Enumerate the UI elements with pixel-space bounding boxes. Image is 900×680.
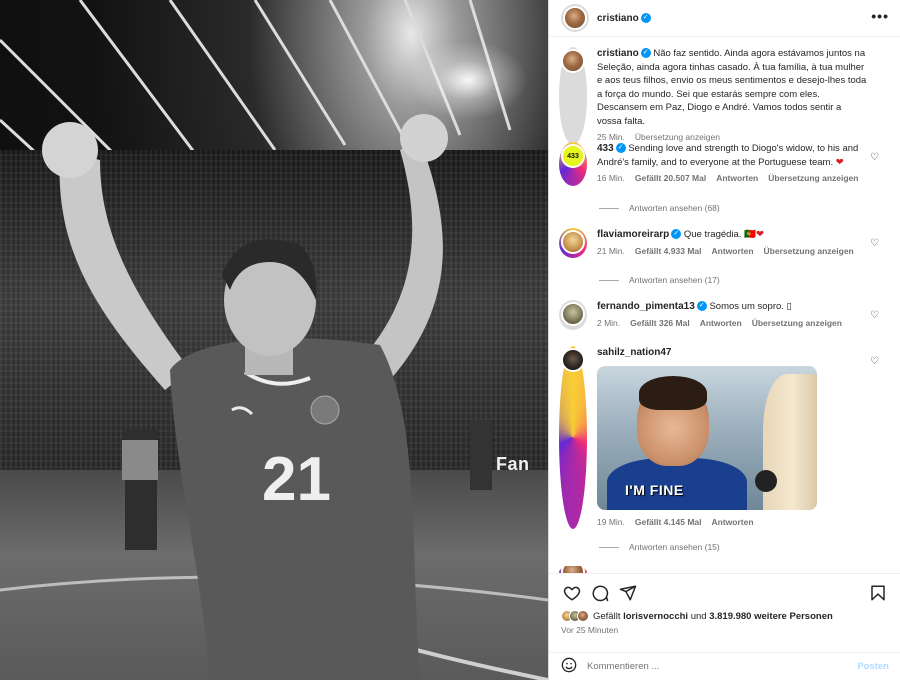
comment-likes[interactable]: Gefällt 326 Mal	[630, 317, 690, 331]
comment-username[interactable]: sahilz_nation47	[597, 347, 671, 358]
red-heart-emoji: ❤	[835, 156, 844, 168]
avatar[interactable]	[563, 6, 587, 30]
post-actions: Gefällt lorisvernocchi und 3.819.980 wei…	[549, 573, 900, 635]
likes-count[interactable]: 3.819.980 weitere Personen	[709, 611, 833, 622]
avatar[interactable]	[561, 302, 585, 326]
avatar[interactable]	[561, 230, 585, 254]
author-avatar-ring[interactable]	[561, 4, 589, 32]
verified-badge-icon: ✓	[640, 48, 651, 59]
reply-button[interactable]: Antworten	[716, 172, 758, 186]
comment-input[interactable]	[587, 661, 858, 672]
flag-heart-emoji: 🇵🇹❤	[744, 229, 764, 240]
liker-avatars[interactable]	[561, 610, 589, 622]
comment-like-heart-icon[interactable]: ♡	[870, 356, 879, 367]
story-ring[interactable]	[559, 566, 587, 573]
jersey-number: 21	[262, 445, 331, 514]
paper-plane-icon[interactable]	[617, 582, 639, 604]
reply-button[interactable]: Antworten	[712, 516, 754, 530]
likes-summary: Gefällt lorisvernocchi und 3.819.980 wei…	[561, 610, 889, 622]
comment-likes[interactable]: Gefällt 4.933 Mal	[635, 245, 702, 259]
view-replies-label[interactable]: Antworten ansehen (15)	[629, 542, 720, 552]
caption-username[interactable]: cristiano	[597, 48, 639, 59]
post-header: cristiano ✓ •••	[549, 0, 900, 37]
more-options-icon[interactable]: •••	[871, 8, 889, 24]
comment-time[interactable]: 21 Min.	[597, 245, 625, 259]
likes-text: Gefällt lorisvernocchi und 3.819.980 wei…	[593, 611, 833, 622]
comment-username[interactable]: fernando_pimenta13	[597, 301, 695, 312]
player-figure: 21	[0, 114, 548, 680]
caption-avatar-ring[interactable]	[559, 47, 587, 145]
comment-bubble-icon[interactable]	[589, 582, 611, 604]
verified-badge-icon: ✓	[615, 143, 626, 154]
translate-button[interactable]: Übersetzung anzeigen	[768, 172, 858, 186]
comments-list[interactable]: cristiano ✓ Não faz sentido. Ainda agora …	[549, 38, 900, 573]
view-replies-button[interactable]: Antworten ansehen (17)	[599, 275, 720, 285]
gif-microphone	[755, 469, 777, 492]
gif-kid-hair	[639, 375, 707, 410]
post-photo[interactable]: Fan 21	[0, 0, 548, 680]
caption-text: Não faz sentido. Ainda agora estávamos j…	[597, 48, 867, 127]
verified-badge-icon: ✓	[696, 301, 707, 312]
avatar[interactable]	[577, 610, 589, 622]
liker-username[interactable]: lorisvernocchi	[623, 611, 688, 622]
story-ring[interactable]	[559, 228, 587, 258]
comment-time[interactable]: 19 Min.	[597, 516, 625, 530]
gif-image[interactable]: I'M FINE	[597, 365, 817, 510]
view-replies-label[interactable]: Antworten ansehen (17)	[629, 275, 720, 285]
smiley-icon[interactable]	[561, 657, 577, 676]
gif-caption: I'M FINE	[625, 481, 684, 498]
likes-prefix: Gefällt	[593, 610, 621, 622]
post-timestamp[interactable]: Vor 25 Minuten	[561, 625, 889, 635]
caption: cristiano ✓ Não faz sentido. Ainda agora …	[559, 47, 889, 145]
heart-icon[interactable]	[561, 582, 583, 604]
comment-like-heart-icon[interactable]: ♡	[870, 310, 879, 321]
comment-item: flaviamoreirarp ✓ Que tragédia. 🇵🇹❤ 21 Mi…	[559, 228, 889, 258]
author-username[interactable]: cristiano	[597, 13, 639, 24]
comment-username[interactable]: flaviamoreirarp	[597, 229, 669, 240]
view-replies-button[interactable]: Antworten ansehen (68)	[599, 203, 720, 213]
reply-button[interactable]: Antworten	[700, 317, 742, 331]
replies-divider	[599, 207, 619, 209]
comment-time[interactable]: 2 Min.	[597, 317, 620, 331]
verified-badge-icon: ✓	[640, 13, 651, 23]
post-comment-button[interactable]: Posten	[857, 661, 889, 672]
comment-username[interactable]: 433	[597, 143, 614, 154]
verified-badge-icon: ✓	[671, 229, 682, 240]
view-replies-button[interactable]: Antworten ansehen (15)	[599, 542, 720, 552]
comment-item: fernando_pimenta13 ✓ Somos um sopro. ▯ 2 …	[559, 300, 889, 330]
avatar[interactable]	[561, 49, 585, 73]
comment-likes[interactable]: Gefällt 20.507 Mal	[635, 172, 706, 186]
replies-divider	[599, 279, 619, 281]
likes-mid: und	[690, 610, 707, 622]
avatar[interactable]	[561, 566, 585, 573]
comment-item-partial	[559, 566, 889, 573]
bookmark-icon[interactable]	[867, 582, 889, 604]
comment-composer: Posten	[549, 652, 900, 680]
translate-button[interactable]: Übersetzung anzeigen	[752, 317, 842, 331]
story-ring[interactable]	[559, 346, 587, 529]
post-side-panel: cristiano ✓ ••• cristiano ✓ Não faz senti…	[548, 0, 900, 680]
comment-like-heart-icon[interactable]: ♡	[870, 238, 879, 249]
avatar[interactable]	[561, 348, 585, 372]
comment-like-heart-icon[interactable]: ♡	[870, 152, 879, 163]
comment-likes[interactable]: Gefällt 4.145 Mal	[635, 516, 702, 530]
comment-text: Que tragédia.	[683, 229, 742, 240]
avatar[interactable]: 433	[561, 144, 585, 168]
comment-text: Sending love and strength to Diogo's wid…	[597, 143, 859, 168]
comment-text: Somos um sopro. ▯	[709, 301, 792, 312]
reply-button[interactable]: Antworten	[712, 245, 754, 259]
view-replies-label[interactable]: Antworten ansehen (68)	[629, 203, 720, 213]
avatar-ring[interactable]	[559, 300, 587, 330]
replies-divider	[599, 546, 619, 548]
translate-button[interactable]: Übersetzung anzeigen	[764, 245, 854, 259]
story-ring[interactable]: 433	[559, 142, 587, 186]
comment-item: 433 433 ✓ Sending love and strength to Di…	[559, 142, 889, 186]
comment-time[interactable]: 16 Min.	[597, 172, 625, 186]
comment-item: sahilz_nation47 I'M FINE 19 Min. Gefällt…	[559, 346, 889, 529]
